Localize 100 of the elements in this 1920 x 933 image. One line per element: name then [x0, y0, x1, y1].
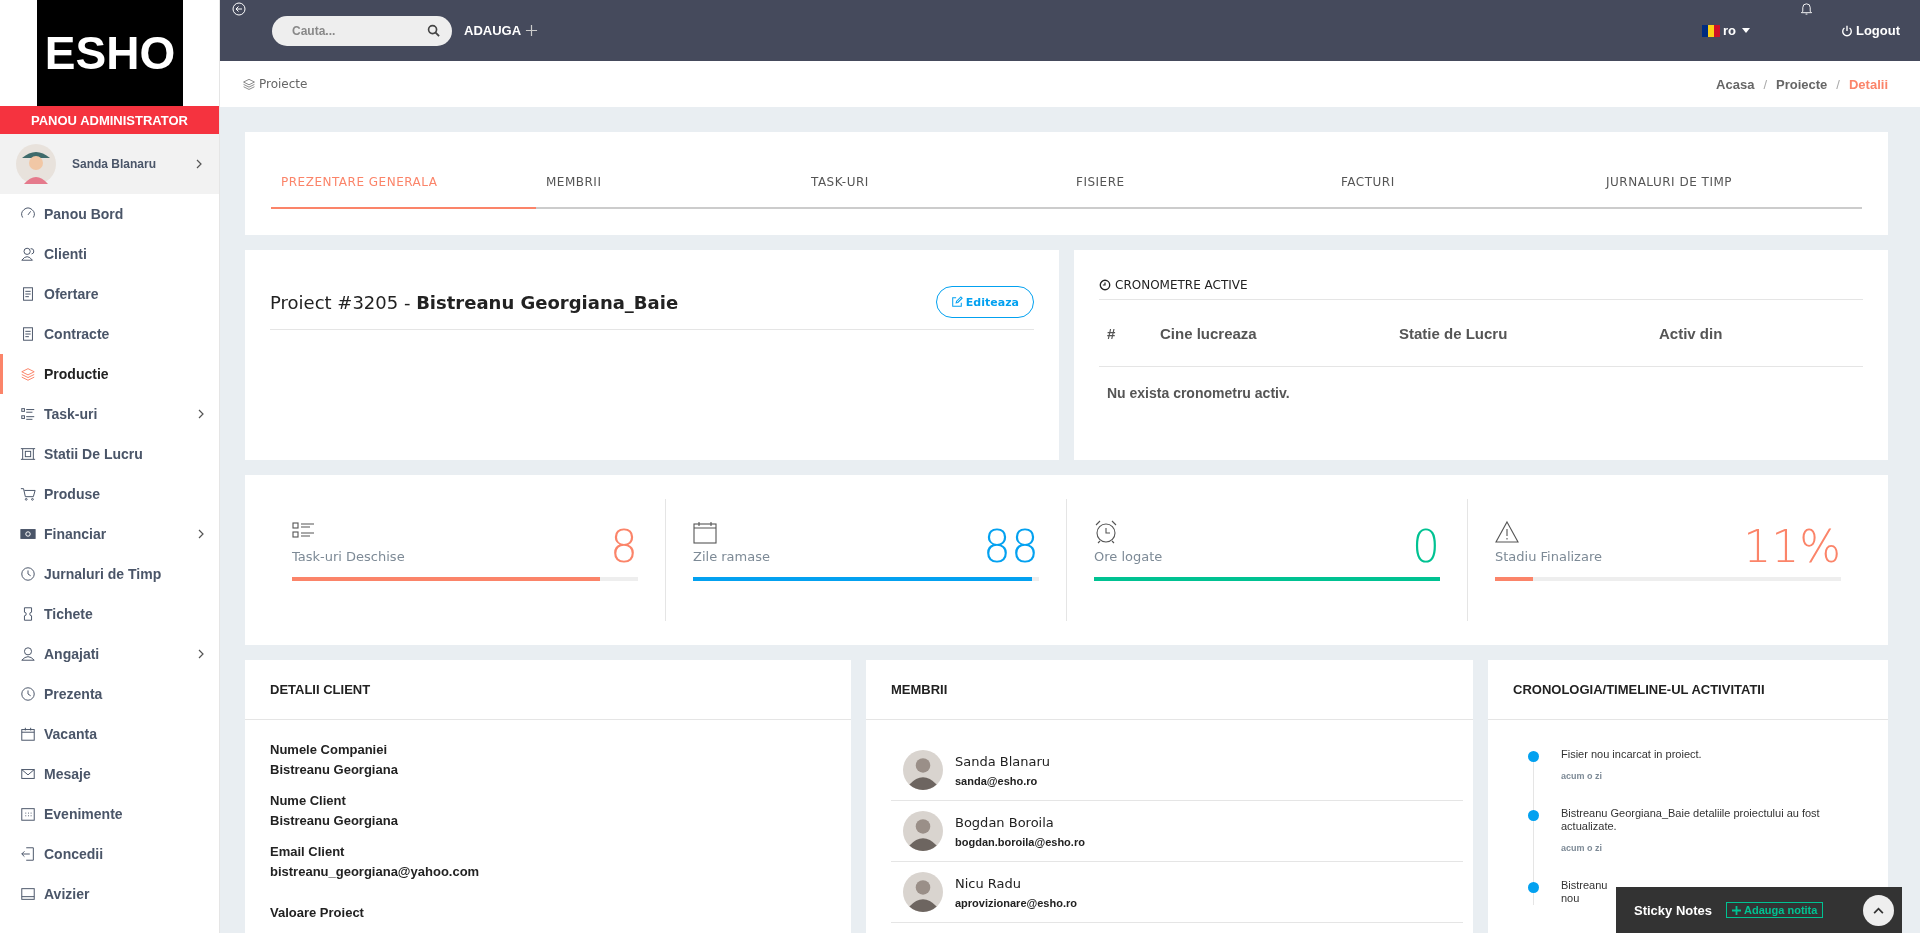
- sidebar-item[interactable]: Jurnaluri de Timp: [0, 554, 219, 594]
- member-name: Bogdan Boroila: [955, 814, 1055, 830]
- member-email: aprovizionare@esho.ro: [955, 896, 1077, 909]
- add-button[interactable]: ADAUGA: [464, 23, 539, 38]
- timeline-text: Bistreanu: [1561, 879, 1608, 892]
- stat-label: Zile ramase: [693, 549, 770, 564]
- member-name: Sanda Blanaru: [955, 753, 1051, 769]
- clock-icon: [1099, 279, 1111, 291]
- sidebar-item[interactable]: Financiar: [0, 514, 219, 554]
- doc-icon: [20, 326, 36, 342]
- avatar-icon: [903, 811, 943, 851]
- timeline-dot-icon: [1528, 751, 1539, 762]
- clock-icon: [20, 686, 36, 702]
- field-value: bistreanu_georgiana@yahoo.com: [270, 863, 481, 881]
- sidebar-item[interactable]: Prezenta: [0, 674, 219, 714]
- sidebar-item[interactable]: Task-uri: [0, 394, 219, 434]
- sidebar-item[interactable]: Evenimente: [0, 794, 219, 834]
- field-label: Numele Companiei: [270, 741, 389, 759]
- breadcrumb-link[interactable]: Acasa: [1716, 76, 1755, 92]
- tab[interactable]: FACTURI: [1331, 174, 1596, 209]
- card-title: MEMBRII: [891, 682, 948, 697]
- avatar-icon: [903, 750, 943, 790]
- users-icon: [20, 246, 36, 262]
- member-name: Nicu Radu: [955, 875, 1023, 891]
- column-header: Cine lucreaza: [1160, 324, 1258, 342]
- search-icon: [427, 23, 440, 37]
- layers-icon: [20, 366, 36, 382]
- exit-icon: [20, 846, 36, 862]
- timeline-text: nou: [1561, 892, 1581, 905]
- field-value: Bistreanu Georgiana: [270, 812, 399, 830]
- avatar-icon: [16, 144, 56, 184]
- project-title: Proiect #3205 - Bistreanu Georgiana_Baie: [270, 291, 679, 313]
- sidebar-item[interactable]: Tichete: [0, 594, 219, 634]
- sidebar-item[interactable]: Produse: [0, 474, 219, 514]
- chevron-icon: [197, 648, 205, 660]
- alarm-icon: [1094, 520, 1118, 544]
- sidebar-item[interactable]: Clienti: [0, 234, 219, 274]
- avatar-icon: [903, 872, 943, 912]
- breadcrumb-separator: /: [1836, 76, 1840, 92]
- chevron-icon: [197, 408, 205, 420]
- sidebar-item[interactable]: Mesaje: [0, 754, 219, 794]
- stat-value: 8: [610, 525, 638, 569]
- list-icon: [20, 406, 36, 422]
- sidebar-item[interactable]: Productie: [0, 354, 219, 394]
- plus-icon: [525, 24, 539, 37]
- chevron-icon: [197, 528, 205, 540]
- stat-value: 0: [1412, 525, 1440, 569]
- clock-icon: [20, 566, 36, 582]
- timeline-dot-icon: [1528, 882, 1539, 893]
- stat-label: Stadiu Finalizare: [1495, 549, 1602, 564]
- search-field[interactable]: Cauta...: [272, 15, 452, 46]
- tab[interactable]: MEMBRII: [536, 174, 801, 209]
- logo: ESHO: [37, 0, 183, 106]
- sidebar-item[interactable]: Contracte: [0, 314, 219, 354]
- sidebar-item[interactable]: Avizier: [0, 874, 219, 914]
- sidebar-item[interactable]: Concedii: [0, 834, 219, 874]
- edit-icon: [950, 296, 963, 308]
- board-icon: [20, 886, 36, 902]
- column-header: Activ din: [1659, 324, 1723, 342]
- card-title: CRONOMETRE ACTIVE: [1115, 278, 1248, 292]
- stat-label: Task-uri Deschise: [292, 549, 405, 564]
- timeline-text: Fisier nou incarcat in proiect.: [1561, 748, 1702, 761]
- frame-icon: [20, 446, 36, 462]
- breadcrumb-link[interactable]: Proiecte: [1776, 76, 1828, 92]
- member-email: sanda@esho.ro: [955, 774, 1039, 787]
- mail-icon: [20, 766, 36, 782]
- power-icon: [1840, 24, 1853, 37]
- user-icon: [20, 646, 36, 662]
- tab[interactable]: TASK-URI: [801, 174, 1066, 209]
- plus-icon: [1732, 905, 1742, 915]
- sidebar-item[interactable]: Ofertare: [0, 274, 219, 314]
- sticky-notes-title: Sticky Notes: [1634, 902, 1713, 918]
- sidebar-item[interactable]: Statii De Lucru: [0, 434, 219, 474]
- member-email: bogdan.boroila@esho.ro: [955, 835, 1085, 848]
- doc-icon: [20, 286, 36, 302]
- scroll-up-button[interactable]: [1863, 894, 1894, 926]
- logout-button[interactable]: Logout: [1840, 23, 1900, 38]
- tab[interactable]: JURNALURI DE TIMP: [1596, 174, 1861, 209]
- bell-icon[interactable]: [1799, 1, 1813, 16]
- user-menu[interactable]: Sanda Blanaru: [0, 134, 219, 194]
- tab[interactable]: FISIERE: [1066, 174, 1331, 209]
- sidebar-item[interactable]: Angajati: [0, 634, 219, 674]
- sidebar-item[interactable]: Vacanta: [0, 714, 219, 754]
- column-header: Statie de Lucru: [1399, 324, 1509, 342]
- caret-icon: [1741, 28, 1750, 33]
- field-label: Valoare Proiect: [270, 904, 365, 922]
- breadcrumb-separator: /: [1763, 76, 1768, 92]
- panel-banner: PANOU ADMINISTRATOR: [0, 106, 219, 134]
- card-title: DETALII CLIENT: [270, 682, 371, 697]
- field-label: Email Client: [270, 843, 346, 861]
- chevron-up-icon: [1873, 906, 1884, 914]
- stat-value: 11%: [1743, 525, 1841, 569]
- card-title: CRONOLOGIA/TIMELINE-UL ACTIVITATII: [1513, 682, 1765, 697]
- user-name: Sanda Blanaru: [72, 157, 158, 171]
- column-header: #: [1107, 324, 1117, 342]
- warning-icon: [1495, 520, 1519, 544]
- add-note-button[interactable]: Adauga notita: [1726, 902, 1824, 918]
- calendar-icon: [20, 726, 36, 742]
- language-selector[interactable]: ro: [1701, 23, 1750, 38]
- sidebar-item[interactable]: Panou Bord: [0, 194, 219, 234]
